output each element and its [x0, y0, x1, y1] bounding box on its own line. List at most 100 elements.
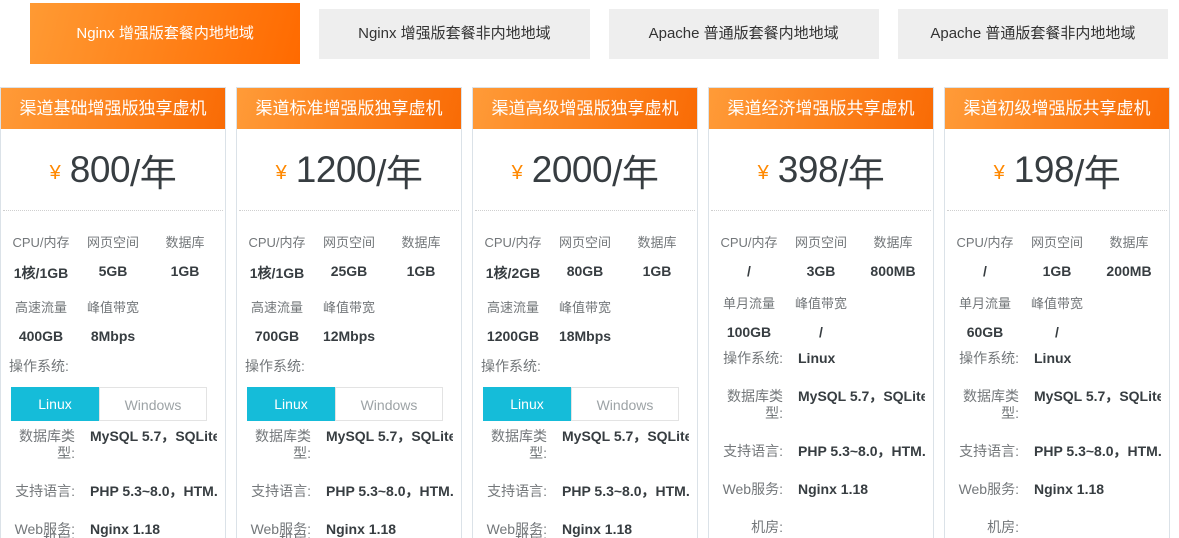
attribute-label: 机房:: [245, 532, 311, 538]
spec-item: 峰值带宽 18Mbps: [549, 297, 621, 344]
spec-item: 数据库 1GB: [621, 232, 693, 283]
os-toggle: Linux Windows: [483, 387, 687, 421]
tab-apache-basic-non-mainland[interactable]: Apache 普通版套餐非内地地域: [898, 9, 1168, 59]
attribute-row: 数据库类型: MySQL 5.7，SQLite: [245, 428, 453, 462]
plan-title: 渠道基础增强版独享虚机: [1, 88, 225, 129]
os-label: 操作系统:: [9, 356, 225, 376]
plan-price: ¥ 398 /年: [711, 129, 931, 211]
os-option-windows[interactable]: Windows: [571, 387, 679, 421]
spec-item: 网页空间 5GB: [77, 232, 149, 283]
spec-value: 1GB: [1021, 263, 1093, 279]
spec-item: 单月流量 100GB: [713, 293, 785, 340]
spec-item: 网页空间 3GB: [785, 232, 857, 279]
price-amount: 198: [1014, 149, 1074, 191]
plan-card: 渠道初级增强版共享虚机 ¥ 198 /年 CPU/内存 / 网页空间 1GB 数…: [944, 87, 1170, 538]
attribute-label: 操作系统:: [717, 350, 783, 367]
spec-value: /: [1021, 324, 1093, 340]
spec-value: 3GB: [785, 263, 857, 279]
os-toggle: Linux Windows: [247, 387, 451, 421]
spec-value: 5GB: [77, 263, 149, 279]
attribute-rows: 数据库类型: MySQL 5.7，SQLite 支持语言: PHP 5.3~8.…: [1, 428, 225, 538]
attribute-rows: 操作系统: Linux 数据库类型: MySQL 5.7，SQLite 支持语言…: [709, 350, 933, 536]
attribute-row: Web服务: Nginx 1.18: [717, 481, 925, 498]
spec-item: 高速流量 1200GB: [477, 297, 549, 344]
spec-value: 700GB: [241, 328, 313, 344]
price-unit: /年: [838, 143, 884, 197]
os-option-linux[interactable]: Linux: [483, 387, 571, 421]
os-label: 操作系统:: [481, 356, 697, 376]
spec-item: 数据库 1GB: [149, 232, 221, 283]
currency-symbol: ¥: [50, 154, 61, 185]
spec-value: 1GB: [385, 263, 457, 279]
attribute-value: Linux: [798, 350, 925, 367]
plan-title: 渠道高级增强版独享虚机: [473, 88, 697, 129]
attribute-label: 机房:: [717, 519, 783, 536]
spec-item: 峰值带宽 /: [1021, 293, 1093, 340]
spec-item: 数据库 1GB: [385, 232, 457, 283]
price-unit: /年: [1074, 143, 1120, 197]
spec-item: 数据库 800MB: [857, 232, 929, 279]
spec-label: CPU/内存: [949, 232, 1021, 251]
spec-value: 8Mbps: [77, 328, 149, 344]
tab-nginx-enhanced-mainland[interactable]: Nginx 增强版套餐内地地域: [30, 3, 300, 64]
attribute-label: 机房:: [953, 519, 1019, 536]
spec-value: 100GB: [713, 324, 785, 340]
attribute-row: 支持语言: PHP 5.3~8.0，HTM...: [953, 443, 1161, 460]
spec-value: 1GB: [621, 263, 693, 279]
attribute-label: 数据库类型:: [481, 428, 547, 462]
plan-price: ¥ 198 /年: [947, 129, 1167, 211]
attribute-label: Web服务:: [953, 481, 1019, 498]
attribute-row: 操作系统: Linux: [953, 350, 1161, 367]
spec-item: 高速流量 700GB: [241, 297, 313, 344]
spec-item: 网页空间 25GB: [313, 232, 385, 283]
attribute-rows: 操作系统: Linux 数据库类型: MySQL 5.7，SQLite 支持语言…: [945, 350, 1169, 536]
spec-label: 数据库: [1093, 232, 1165, 251]
os-option-windows[interactable]: Windows: [99, 387, 207, 421]
attribute-row: 机房:: [481, 532, 689, 538]
spec-item: 数据库 200MB: [1093, 232, 1165, 279]
os-option-linux[interactable]: Linux: [247, 387, 335, 421]
attribute-row: Web服务: Nginx 1.18: [953, 481, 1161, 498]
spec-item: 网页空间 1GB: [1021, 232, 1093, 279]
spec-label: CPU/内存: [5, 232, 77, 251]
attribute-label: 支持语言:: [245, 483, 311, 500]
spec-item: 峰值带宽 12Mbps: [313, 297, 385, 344]
spec-label: 峰值带宽: [313, 297, 385, 316]
attribute-value: Linux: [1034, 350, 1161, 367]
price-amount: 398: [778, 149, 838, 191]
attribute-value: MySQL 5.7，SQLite: [562, 428, 689, 462]
spec-label: 数据库: [149, 232, 221, 251]
price-amount: 1200: [296, 149, 376, 191]
spec-value: 25GB: [313, 263, 385, 279]
currency-symbol: ¥: [758, 154, 769, 185]
currency-symbol: ¥: [994, 154, 1005, 185]
attribute-label: 支持语言:: [953, 443, 1019, 460]
attribute-value: [798, 519, 925, 536]
spec-grid: CPU/内存 / 网页空间 3GB 数据库 800MB 单月流量 100GB 峰…: [713, 232, 929, 340]
attribute-label: 机房:: [481, 532, 547, 538]
spec-value: /: [713, 263, 785, 279]
plan-card: 渠道基础增强版独享虚机 ¥ 800 /年 CPU/内存 1核/1GB 网页空间 …: [0, 87, 226, 538]
attribute-row: 支持语言: PHP 5.3~8.0，HTM...: [245, 483, 453, 500]
attribute-row: 机房:: [245, 532, 453, 538]
os-option-linux[interactable]: Linux: [11, 387, 99, 421]
price-unit: /年: [612, 143, 658, 197]
tab-apache-basic-mainland[interactable]: Apache 普通版套餐内地地域: [609, 9, 879, 59]
spec-item: CPU/内存 1核/1GB: [241, 232, 313, 283]
attribute-row: 支持语言: PHP 5.3~8.0，HTM...: [9, 483, 217, 500]
spec-value: 200MB: [1093, 263, 1165, 279]
attribute-row: 数据库类型: MySQL 5.7，SQLite: [9, 428, 217, 462]
spec-label: 高速流量: [477, 297, 549, 316]
attribute-row: 数据库类型: MySQL 5.7，SQLite: [717, 388, 925, 422]
spec-label: 峰值带宽: [549, 297, 621, 316]
spec-label: 网页空间: [1021, 232, 1093, 251]
attribute-value: Nginx 1.18: [1034, 481, 1161, 498]
attribute-value: PHP 5.3~8.0，HTM...: [798, 443, 925, 460]
spec-label: 高速流量: [5, 297, 77, 316]
attribute-value: MySQL 5.7，SQLite: [1034, 388, 1161, 422]
tab-nginx-enhanced-non-mainland[interactable]: Nginx 增强版套餐非内地地域: [319, 9, 589, 59]
attribute-rows: 数据库类型: MySQL 5.7，SQLite 支持语言: PHP 5.3~8.…: [473, 428, 697, 538]
spec-grid: CPU/内存 1核/2GB 网页空间 80GB 数据库 1GB 高速流量 120…: [477, 232, 693, 344]
os-option-windows[interactable]: Windows: [335, 387, 443, 421]
spec-value: /: [785, 324, 857, 340]
